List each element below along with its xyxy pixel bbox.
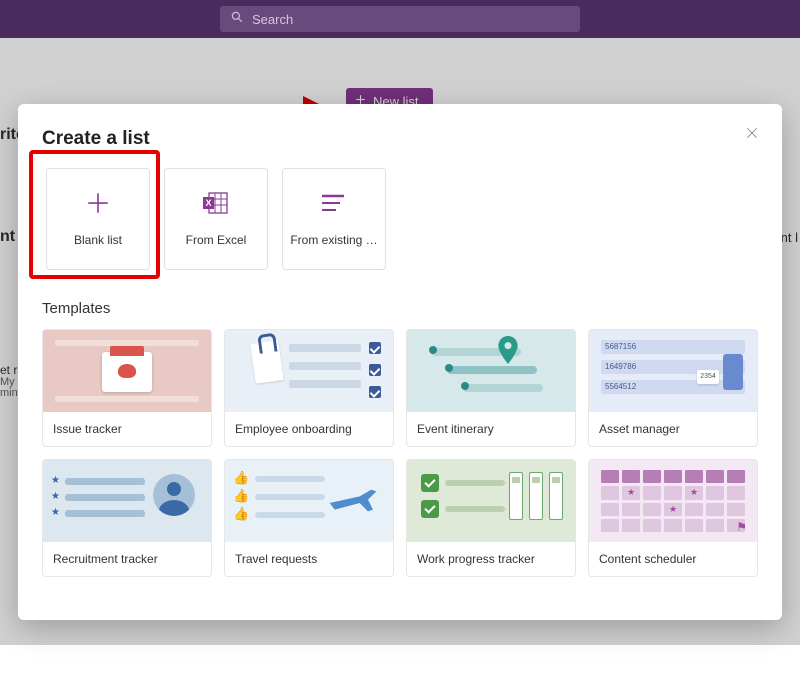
template-label: Travel requests: [225, 542, 393, 576]
flag-icon: ⚑: [736, 520, 747, 534]
template-thumbnail: [225, 330, 393, 412]
excel-icon: X: [202, 191, 230, 215]
create-option-label: From Excel: [186, 233, 247, 247]
template-work-progress-tracker[interactable]: Work progress tracker: [406, 459, 576, 577]
template-label: Event itinerary: [407, 412, 575, 446]
create-option-from-existing[interactable]: From existing …: [282, 168, 386, 270]
star-icon: ★: [51, 475, 61, 485]
create-option-label: From existing …: [290, 233, 377, 247]
create-list-modal: Create a list Blank list X: [18, 104, 782, 620]
templates-heading: Templates: [42, 300, 758, 317]
template-label: Work progress tracker: [407, 542, 575, 576]
clipboard-icon: [250, 340, 283, 384]
template-label: Recruitment tracker: [43, 542, 211, 576]
star-icon: ★: [51, 507, 61, 517]
phone-icon: [723, 354, 743, 390]
template-label: Content scheduler: [589, 542, 757, 576]
template-content-scheduler[interactable]: ★★ ★ ⚑ Content scheduler: [588, 459, 758, 577]
template-label: Asset manager: [589, 412, 757, 446]
create-option-label: Blank list: [74, 233, 122, 247]
search-box[interactable]: [220, 6, 580, 32]
map-pin-icon: [497, 336, 519, 369]
modal-title: Create a list: [42, 128, 758, 150]
template-thumbnail: [407, 460, 575, 542]
template-recruitment-tracker[interactable]: ★ ★ ★ Recruitment tracker: [42, 459, 212, 577]
template-thumbnail: [407, 330, 575, 412]
template-label: Employee onboarding: [225, 412, 393, 446]
kanban-icon: [509, 472, 563, 520]
template-event-itinerary[interactable]: Event itinerary: [406, 329, 576, 447]
airplane-icon: [325, 478, 381, 523]
template-thumbnail: ★★ ★ ⚑: [589, 460, 757, 542]
template-thumbnail: [43, 330, 211, 412]
star-icon: ★: [51, 491, 61, 501]
template-employee-onboarding[interactable]: Employee onboarding: [224, 329, 394, 447]
checkbox-icon: [421, 500, 439, 518]
template-travel-requests[interactable]: 👍 👍 👍 Travel requests: [224, 459, 394, 577]
thumbs-up-icon: 👍: [233, 506, 247, 522]
template-label: Issue tracker: [43, 412, 211, 446]
list-icon: [320, 191, 348, 215]
tag-icon: 2354: [697, 370, 719, 384]
template-thumbnail: ★ ★ ★: [43, 460, 211, 542]
create-option-from-excel[interactable]: X From Excel: [164, 168, 268, 270]
checkbox-icon: [421, 474, 439, 492]
template-issue-tracker[interactable]: Issue tracker: [42, 329, 212, 447]
create-option-blank-list[interactable]: Blank list: [46, 168, 150, 270]
svg-text:X: X: [205, 198, 211, 208]
search-input[interactable]: [252, 12, 570, 27]
close-icon: [745, 126, 759, 143]
templates-grid: Issue tracker Employee onboarding Event …: [42, 329, 758, 577]
plus-icon: [85, 191, 111, 215]
thumbs-up-icon: 👍: [233, 470, 247, 486]
modal-close-button[interactable]: [740, 122, 764, 146]
search-icon: [230, 10, 244, 29]
calendar-icon: [102, 352, 152, 392]
thumbs-up-icon: 👍: [233, 488, 247, 504]
create-options-row: Blank list X From Excel: [46, 168, 758, 270]
template-thumbnail: 5687156 1649786 5564512 2354: [589, 330, 757, 412]
template-asset-manager[interactable]: 5687156 1649786 5564512 2354 Asset manag…: [588, 329, 758, 447]
template-thumbnail: 👍 👍 👍: [225, 460, 393, 542]
app-topbar: [0, 0, 800, 38]
person-icon: [153, 474, 195, 516]
